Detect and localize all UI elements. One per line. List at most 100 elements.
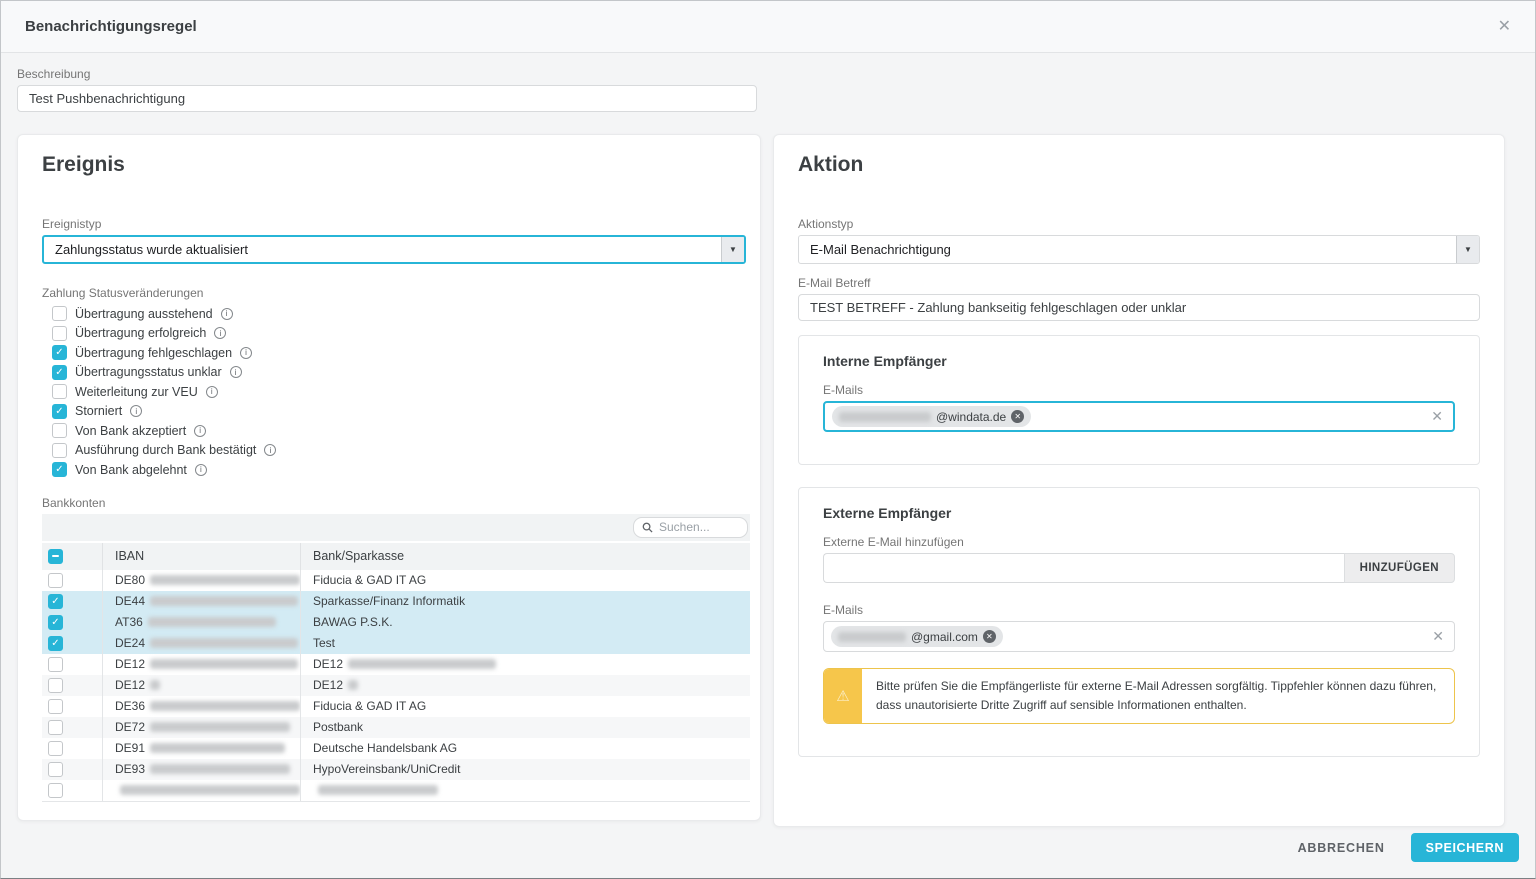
info-icon[interactable]: i <box>214 327 226 339</box>
internal-emails-input[interactable]: @windata.de ✕ ✕ <box>823 401 1455 432</box>
status-list: Übertragung ausstehendiÜbertragung erfol… <box>42 304 736 480</box>
dialog-footer: ABBRECHEN SPEICHERN <box>1298 833 1519 862</box>
email-subject-label: E-Mail Betreff <box>798 276 1480 290</box>
bank-accounts-label: Bankkonten <box>42 496 736 510</box>
info-icon[interactable]: i <box>194 425 206 437</box>
email-subject-input[interactable] <box>798 294 1480 321</box>
table-row[interactable]: DE36Fiducia & GAD IT AG <box>42 696 750 717</box>
status-checkbox[interactable]: ✓ <box>52 365 67 380</box>
redacted-text <box>318 785 438 795</box>
status-label: Von Bank abgelehnt <box>75 463 187 477</box>
info-icon[interactable]: i <box>221 308 233 320</box>
clear-input-icon[interactable]: ✕ <box>1432 628 1444 645</box>
close-icon[interactable]: ✕ <box>1494 15 1515 39</box>
redacted-text <box>150 722 290 732</box>
chevron-down-icon: ▼ <box>1456 236 1479 263</box>
column-header-bank: Bank/Sparkasse <box>300 543 750 570</box>
row-checkbox[interactable]: ✓ <box>48 636 63 651</box>
select-all-checkbox[interactable] <box>48 549 63 564</box>
chip-remove-icon[interactable]: ✕ <box>983 630 996 643</box>
table-row[interactable]: DE91Deutsche Handelsbank AG <box>42 738 750 759</box>
row-checkbox[interactable] <box>48 762 63 777</box>
add-email-button[interactable]: HINZUFÜGEN <box>1344 553 1455 583</box>
redacted-text <box>120 785 300 795</box>
status-checkbox[interactable]: ✓ <box>52 404 67 419</box>
table-row[interactable]: DE12DE12 <box>42 675 750 696</box>
iban-cell: DE12 <box>102 675 300 696</box>
search-input[interactable] <box>659 520 729 534</box>
description-input[interactable] <box>17 85 757 112</box>
row-checkbox[interactable] <box>48 783 63 798</box>
status-label: Übertragung ausstehend <box>75 307 213 321</box>
bank-accounts-table: IBAN Bank/Sparkasse DE80Fiducia & GAD IT… <box>42 514 750 802</box>
email-chip-domain: @windata.de <box>936 410 1006 424</box>
row-checkbox[interactable] <box>48 699 63 714</box>
redacted-text <box>839 412 931 422</box>
row-checkbox[interactable] <box>48 573 63 588</box>
bank-cell: Fiducia & GAD IT AG <box>300 696 750 717</box>
row-checkbox[interactable] <box>48 720 63 735</box>
row-checkbox[interactable] <box>48 678 63 693</box>
status-label: Übertragungsstatus unklar <box>75 365 222 379</box>
iban-cell: DE36 <box>102 696 300 717</box>
status-checkbox[interactable]: ✓ <box>52 462 67 477</box>
redacted-text <box>150 743 285 753</box>
redacted-text <box>348 659 496 669</box>
table-row[interactable] <box>42 780 750 801</box>
search-box[interactable] <box>633 517 748 538</box>
table-row[interactable]: ✓DE24Test <box>42 633 750 654</box>
table-row[interactable]: DE72Postbank <box>42 717 750 738</box>
status-item: ✓ Übertragungsstatus unklar i <box>42 363 736 383</box>
external-emails-input[interactable]: @gmail.com ✕ ✕ <box>823 621 1455 652</box>
chip-remove-icon[interactable]: ✕ <box>1011 410 1024 423</box>
info-icon[interactable]: i <box>264 444 276 456</box>
action-type-select[interactable]: E-Mail Benachrichtigung ▼ <box>798 235 1480 264</box>
redacted-text <box>148 617 276 627</box>
redacted-text <box>838 632 906 642</box>
row-checkbox[interactable]: ✓ <box>48 594 63 609</box>
accounts-table-body: DE80Fiducia & GAD IT AG✓DE44Sparkasse/Fi… <box>42 570 750 801</box>
redacted-text <box>348 680 358 690</box>
iban-cell: DE93 <box>102 759 300 780</box>
table-row[interactable]: DE93HypoVereinsbank/UniCredit <box>42 759 750 780</box>
iban-cell: DE12 <box>102 654 300 675</box>
table-row[interactable]: ✓AT36BAWAG P.S.K. <box>42 612 750 633</box>
status-checkbox[interactable] <box>52 306 67 321</box>
status-checkbox[interactable] <box>52 384 67 399</box>
event-panel: Ereignis Ereignistyp Zahlungsstatus wurd… <box>17 134 761 821</box>
cancel-button[interactable]: ABBRECHEN <box>1298 841 1385 855</box>
event-type-value: Zahlungsstatus wurde aktualisiert <box>44 242 721 257</box>
info-icon[interactable]: i <box>240 347 252 359</box>
status-label: Übertragung fehlgeschlagen <box>75 346 232 360</box>
table-row[interactable]: DE80Fiducia & GAD IT AG <box>42 570 750 591</box>
clear-input-icon[interactable]: ✕ <box>1431 408 1443 425</box>
email-chip-domain: @gmail.com <box>911 630 978 644</box>
bank-cell: Sparkasse/Finanz Informatik <box>300 591 750 612</box>
status-item: Ausführung durch Bank bestätigti <box>42 441 736 461</box>
info-icon[interactable]: i <box>195 464 207 476</box>
table-row[interactable]: DE12DE12 <box>42 654 750 675</box>
external-email-input[interactable] <box>823 553 1344 583</box>
status-label: Übertragung erfolgreich <box>75 326 206 340</box>
action-type-label: Aktionstyp <box>798 217 1480 231</box>
row-checkbox[interactable] <box>48 657 63 672</box>
warning-icon: ⚠ <box>836 687 849 705</box>
table-row[interactable]: ✓DE44Sparkasse/Finanz Informatik <box>42 591 750 612</box>
row-checkbox[interactable] <box>48 741 63 756</box>
table-toolbar <box>42 514 750 541</box>
status-checkbox[interactable] <box>52 423 67 438</box>
save-button[interactable]: SPEICHERN <box>1411 833 1519 862</box>
status-checkbox[interactable]: ✓ <box>52 345 67 360</box>
row-checkbox[interactable]: ✓ <box>48 615 63 630</box>
info-icon[interactable]: i <box>230 366 242 378</box>
status-item: Von Bank akzeptierti <box>42 421 736 441</box>
external-recipients-title: Externe Empfänger <box>823 505 1455 521</box>
info-icon[interactable]: i <box>130 405 142 417</box>
status-item: ✓ Von Bank abgelehnt i <box>42 460 736 480</box>
redacted-text <box>150 596 298 606</box>
status-checkbox[interactable] <box>52 443 67 458</box>
status-checkbox[interactable] <box>52 326 67 341</box>
event-type-select[interactable]: Zahlungsstatus wurde aktualisiert ▼ <box>42 235 746 264</box>
warning-text: Bitte prüfen Sie die Empfängerliste für … <box>862 669 1454 723</box>
info-icon[interactable]: i <box>206 386 218 398</box>
